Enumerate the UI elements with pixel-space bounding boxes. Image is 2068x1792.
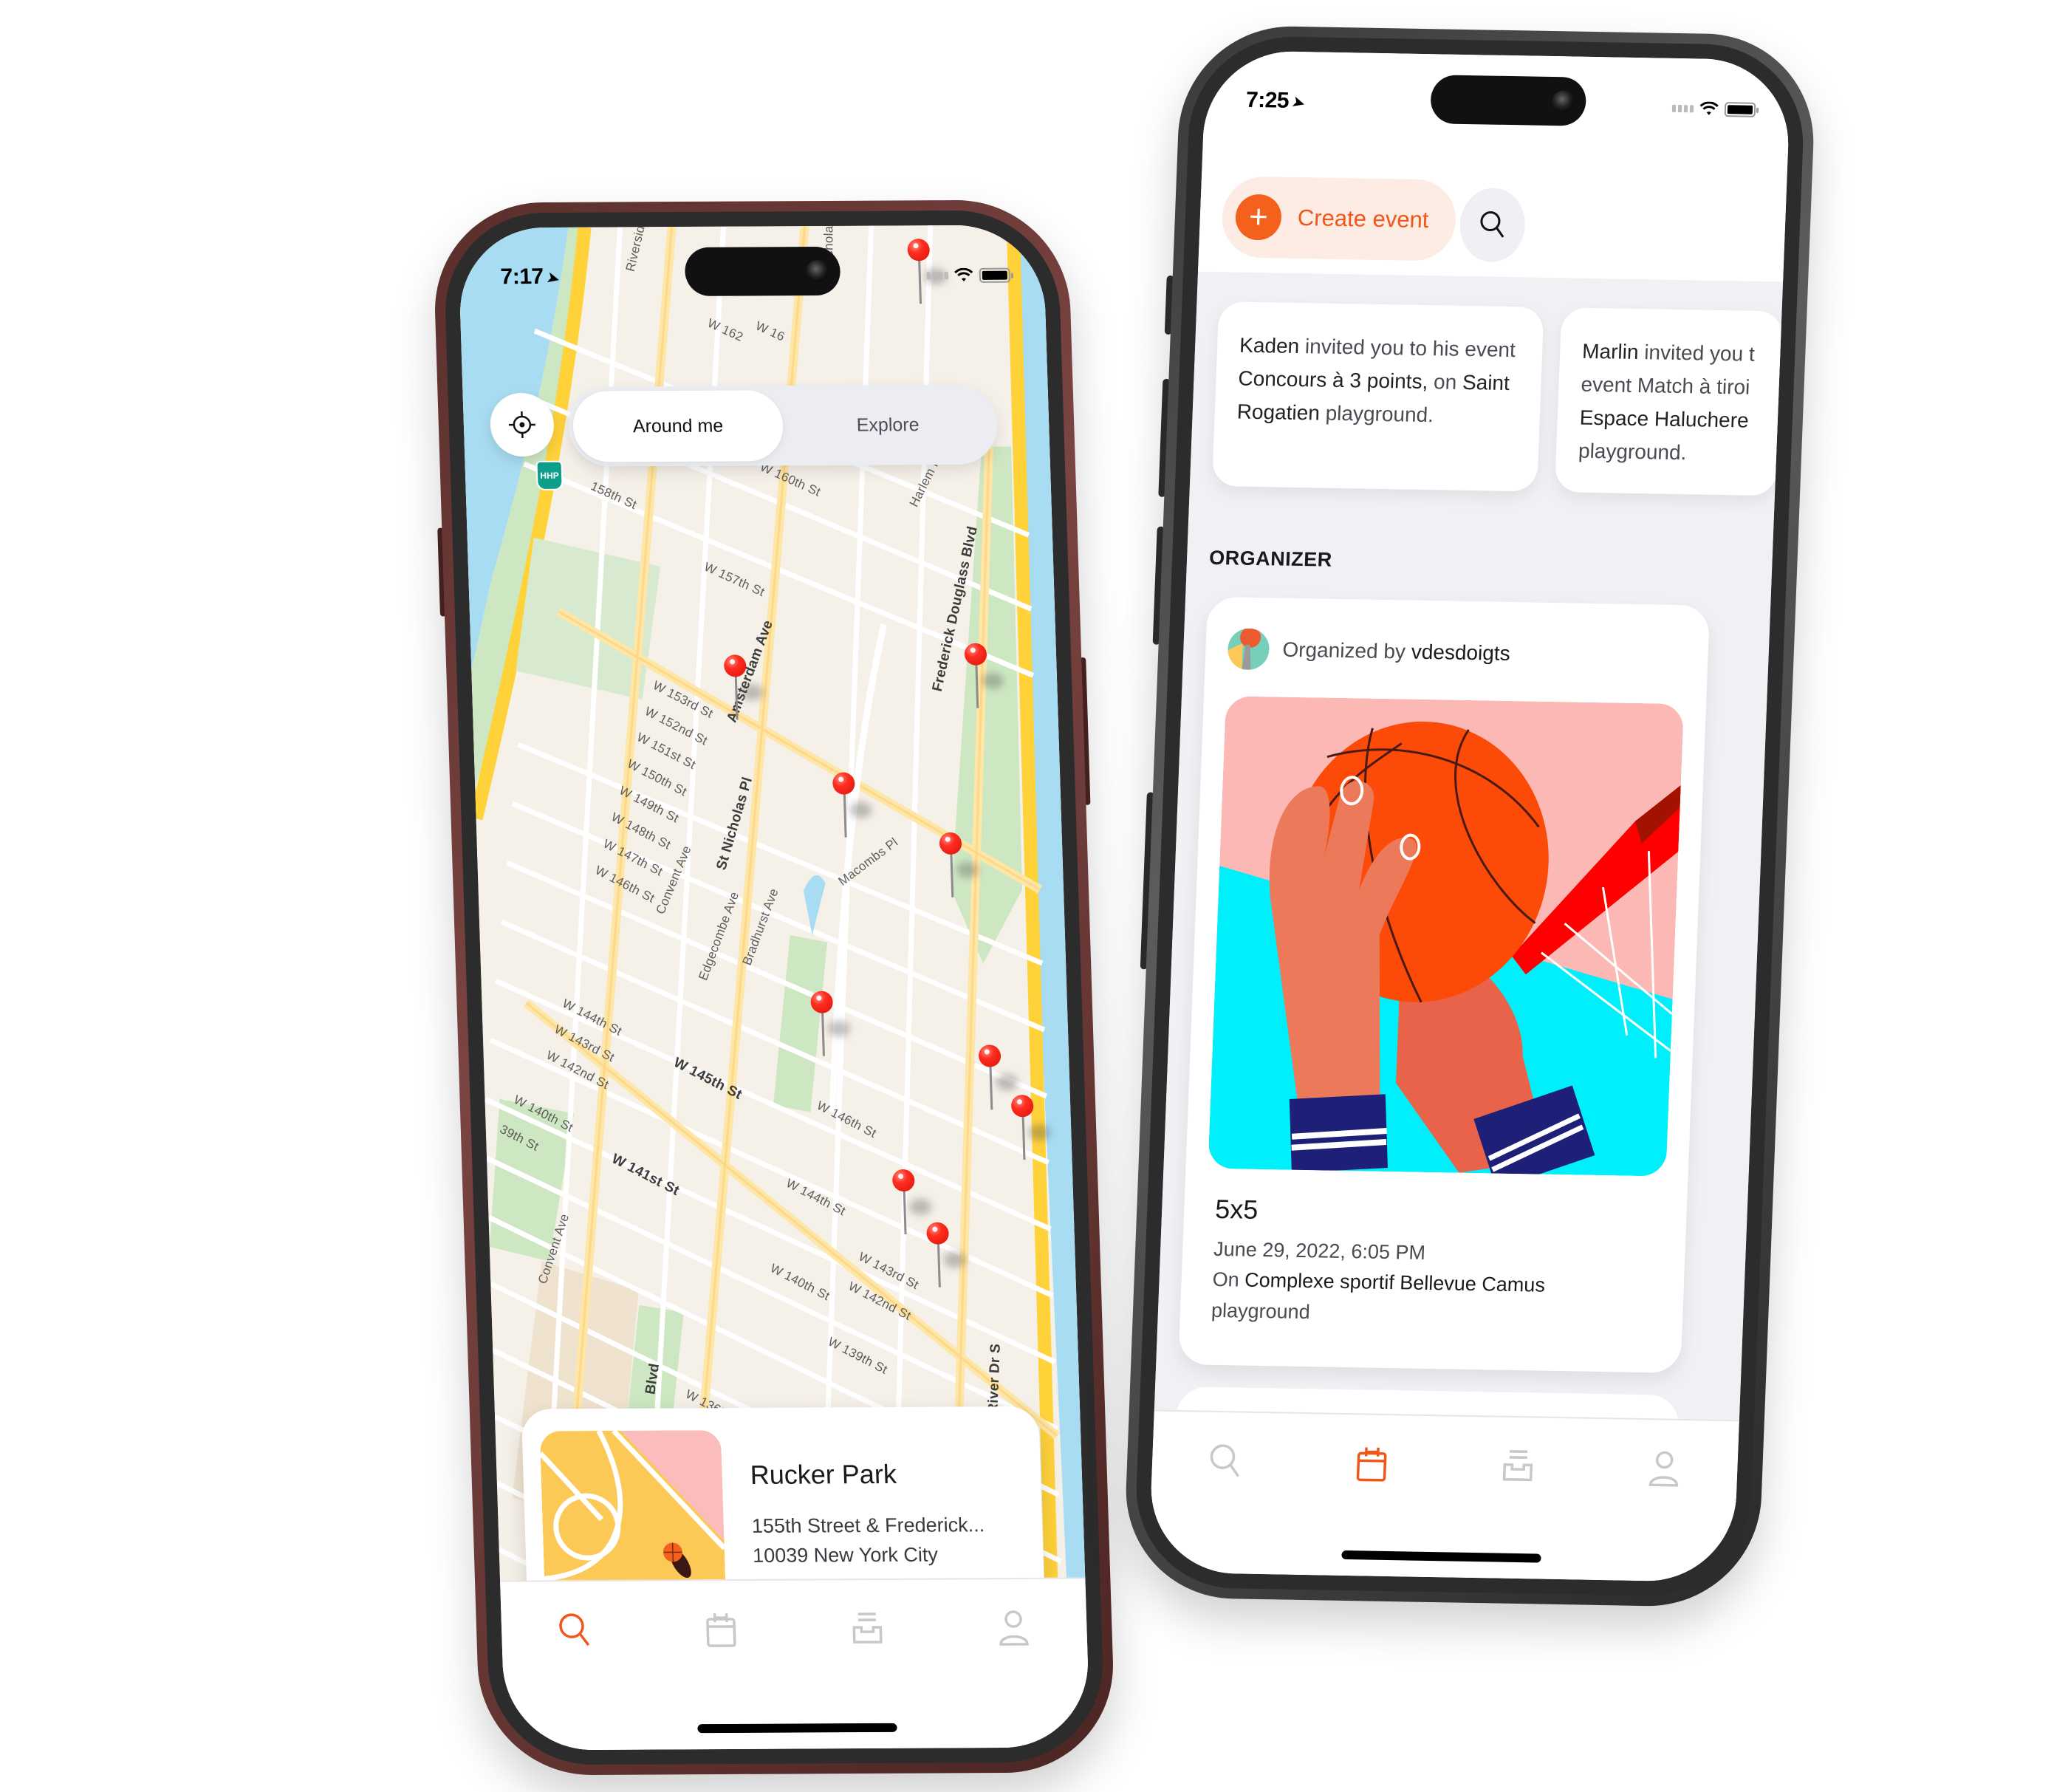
right-phone-mockup: + Create event Kaden invited you to his … — [1122, 24, 1818, 1608]
wifi-icon — [1699, 101, 1719, 117]
battery-icon — [1724, 102, 1756, 117]
section-title-organizer: ORGANIZER — [1208, 546, 1333, 571]
search-icon — [559, 1613, 590, 1646]
tab-events[interactable] — [698, 1610, 744, 1655]
tab-events[interactable] — [1349, 1444, 1394, 1489]
tab-profile[interactable] — [991, 1609, 1037, 1653]
place-address-line1: 155th Street & Frederick... — [751, 1514, 985, 1537]
organizer-name[interactable]: vdesdoigts — [1411, 640, 1510, 665]
search-icon — [1480, 211, 1504, 238]
dynamic-island — [684, 246, 841, 296]
event-image — [1208, 696, 1685, 1177]
calendar-icon — [706, 1613, 736, 1647]
camera-icon — [806, 259, 829, 283]
status-time: 7:25➤ — [1245, 87, 1308, 114]
view-mode-toggle: Around me Explore — [567, 384, 999, 467]
organizer-avatar — [1227, 628, 1270, 671]
event-card[interactable]: Organized by vdesdoigts 5x5 June 29, 202… — [1178, 596, 1711, 1373]
tab-around-me[interactable]: Around me — [572, 390, 784, 462]
map-pin[interactable] — [939, 832, 979, 906]
camera-icon — [1551, 90, 1575, 113]
events-screen: + Create event Kaden invited you to his … — [1148, 49, 1792, 1583]
inbox-icon — [852, 1613, 883, 1644]
signal-icon — [926, 272, 948, 280]
profile-icon — [1648, 1451, 1679, 1487]
search-icon — [1210, 1444, 1239, 1477]
place-address-line2: 10039 New York City — [752, 1543, 939, 1567]
map-pin[interactable] — [1010, 1095, 1051, 1169]
calendar-icon — [1356, 1447, 1387, 1482]
wifi-icon — [954, 267, 974, 283]
event-title: 5x5 — [1214, 1193, 1259, 1225]
place-title: Rucker Park — [750, 1458, 897, 1490]
status-time: 7:17➤ — [500, 264, 562, 290]
map-screen: Riverside W 162 W 16 St Nicholas 158th S… — [457, 225, 1091, 1751]
invite-card[interactable]: Marlin invited you t event Match à tiroi… — [1554, 307, 1784, 496]
dynamic-island — [1429, 75, 1587, 126]
organizer-row: Organized by vdesdoigts — [1227, 619, 1687, 686]
map-pin[interactable] — [723, 654, 764, 728]
highway-badge: HHP — [535, 460, 564, 490]
signal-icon — [1671, 104, 1694, 113]
crosshair-icon — [508, 411, 535, 439]
tab-explore[interactable]: Explore — [782, 389, 994, 461]
profile-icon — [999, 1610, 1029, 1646]
tab-search[interactable] — [1202, 1442, 1248, 1487]
create-event-label: Create event — [1297, 204, 1430, 233]
event-location: On Complexe sportif Bellevue Camus playgr… — [1211, 1268, 1546, 1324]
tab-search[interactable] — [552, 1611, 598, 1655]
create-event-button[interactable]: + Create event — [1220, 176, 1457, 261]
home-indicator — [697, 1723, 897, 1734]
map-pin[interactable] — [964, 643, 1004, 717]
map-pin[interactable] — [978, 1044, 1018, 1118]
map-pin[interactable] — [926, 1222, 967, 1296]
invite-card[interactable]: Kaden invited you to his event Concours … — [1211, 301, 1544, 492]
map-pin[interactable] — [810, 991, 851, 1065]
tab-inbox[interactable] — [845, 1610, 891, 1654]
map-pin[interactable] — [891, 1169, 932, 1243]
tab-profile[interactable] — [1641, 1449, 1687, 1494]
tab-inbox[interactable] — [1495, 1447, 1541, 1492]
event-date: June 29, 2022, 6:05 PM — [1213, 1237, 1426, 1264]
invitations-carousel[interactable]: Kaden invited you to his event Concours … — [1211, 301, 1784, 496]
plus-icon: + — [1234, 194, 1283, 241]
map-pin[interactable] — [832, 772, 872, 847]
left-phone-mockup: Riverside W 162 W 16 St Nicholas 158th S… — [431, 199, 1117, 1776]
location-arrow-icon: ➤ — [1289, 92, 1308, 114]
inbox-icon — [1502, 1450, 1533, 1482]
location-arrow-icon: ➤ — [544, 267, 562, 289]
battery-icon — [979, 267, 1011, 283]
